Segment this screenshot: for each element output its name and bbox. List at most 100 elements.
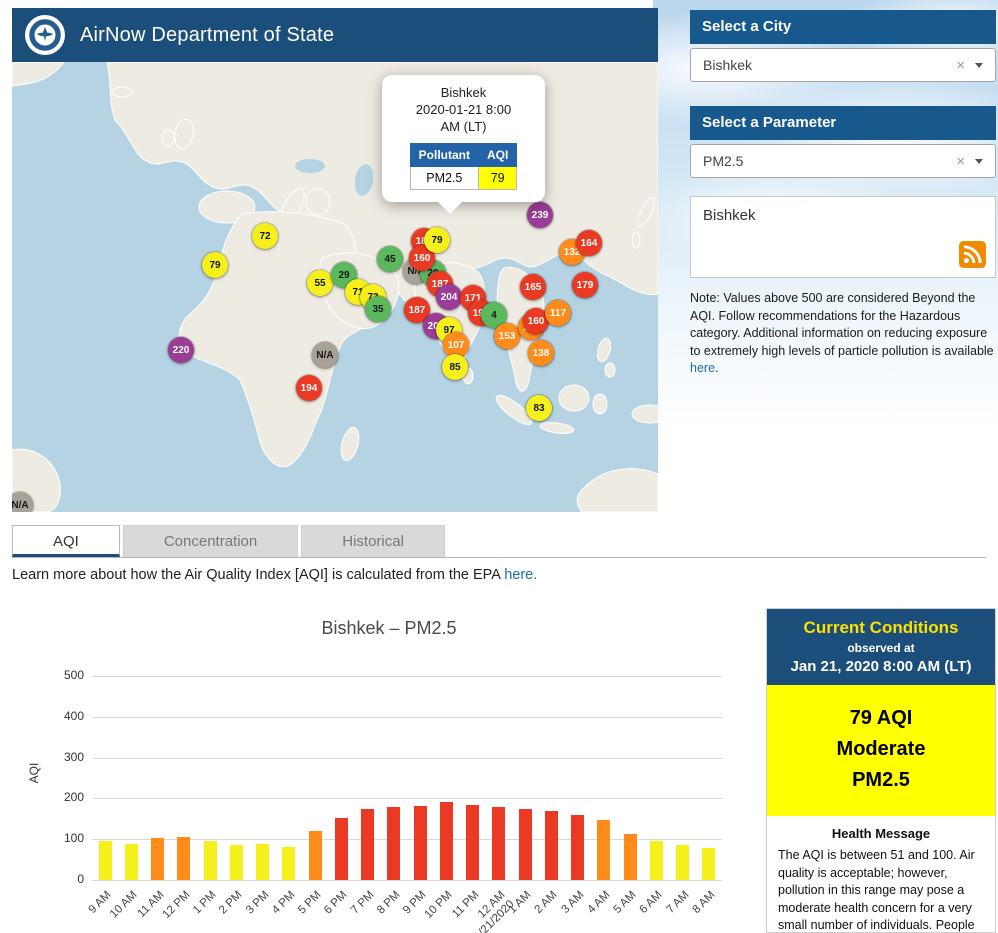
chart-bar[interactable] — [282, 847, 295, 880]
observed-at-datetime: Jan 21, 2020 8:00 AM (LT) — [771, 658, 991, 675]
parameter-select[interactable]: PM2.5 × — [690, 144, 996, 178]
chart-bar[interactable] — [361, 809, 374, 880]
note-here-link[interactable]: here — [690, 361, 715, 375]
city-clear-icon[interactable]: × — [946, 57, 975, 74]
chart-bar[interactable] — [492, 807, 505, 880]
map-marker[interactable]: 179 — [572, 272, 598, 298]
chart-gridline — [92, 798, 722, 799]
aqi-bar-chart: Bishkek – PM2.5 AQI 01002003004005009 AM… — [12, 598, 766, 933]
note-text: Note: Values above 500 are considered Be… — [690, 291, 994, 358]
map-marker[interactable]: 83 — [526, 395, 552, 421]
map-marker[interactable]: 220 — [168, 337, 194, 363]
chart-bar[interactable] — [335, 818, 348, 880]
note-period: . — [715, 361, 718, 375]
app-header: AirNow Department of State — [12, 8, 658, 62]
chart-bar[interactable] — [650, 841, 663, 880]
map-marker[interactable]: 138 — [528, 340, 554, 366]
chart-gridline — [92, 758, 722, 759]
chart-bar[interactable] — [571, 815, 584, 880]
map-marker[interactable]: 204 — [436, 284, 462, 310]
map-marker[interactable]: 165 — [520, 274, 546, 300]
popup-city: Bishkek — [390, 85, 537, 102]
map-marker[interactable]: 85 — [442, 354, 468, 380]
parameter-clear-icon[interactable]: × — [946, 153, 975, 170]
map-marker[interactable]: 79 — [424, 227, 450, 253]
map-marker[interactable]: 35 — [365, 296, 391, 322]
select-parameter-header: Select a Parameter — [690, 106, 996, 140]
map-marker[interactable]: 194 — [296, 375, 322, 401]
map-marker[interactable]: 72 — [252, 223, 278, 249]
y-axis-tick-label: 200 — [40, 790, 84, 804]
y-axis-tick-label: 0 — [40, 872, 84, 886]
parameter-select-value: PM2.5 — [691, 153, 946, 169]
rss-icon[interactable] — [959, 241, 986, 268]
y-axis-tick-label: 100 — [40, 831, 84, 845]
parameter-dropdown-arrow-icon[interactable] — [975, 159, 983, 164]
map-popup: Bishkek 2020-01-21 8:00 AM (LT) Pollutan… — [382, 75, 545, 202]
popup-datetime: 2020-01-21 8:00 — [390, 102, 537, 119]
current-pollutant: PM2.5 — [771, 765, 991, 796]
chart-bar[interactable] — [204, 841, 217, 880]
tab-concentration[interactable]: Concentration — [123, 525, 298, 557]
beyond-aqi-note: Note: Values above 500 are considered Be… — [690, 290, 996, 378]
tab-historical[interactable]: Historical — [301, 525, 445, 557]
rss-box-city: Bishkek — [691, 197, 995, 224]
chart-bar[interactable] — [125, 844, 138, 880]
chart-gridline — [92, 717, 722, 718]
world-map[interactable]: 7279220N/A194552971733545N/A291811601872… — [12, 62, 658, 512]
map-marker[interactable]: 164 — [576, 230, 602, 256]
y-axis-title: AQI — [27, 753, 41, 793]
map-marker[interactable]: 55 — [307, 270, 333, 296]
popup-aqi-value: 79 — [478, 166, 516, 189]
dos-seal-logo — [24, 14, 66, 56]
chart-title: Bishkek – PM2.5 — [12, 618, 766, 639]
rss-box: Bishkek — [690, 196, 996, 278]
current-aqi-block: 79 AQI Moderate PM2.5 — [767, 685, 995, 816]
chart-bar[interactable] — [151, 838, 164, 880]
current-aqi-value: 79 AQI — [771, 703, 991, 734]
map-marker[interactable]: 45 — [377, 246, 403, 272]
page: AirNow Department of State — [0, 0, 998, 933]
chart-bar[interactable] — [230, 845, 243, 880]
learn-more-here-link[interactable]: here. — [504, 567, 537, 583]
chart-bar[interactable] — [440, 802, 453, 880]
map-marker[interactable]: 153 — [494, 323, 520, 349]
chart-bar[interactable] — [256, 844, 269, 880]
learn-more-text: Learn more about how the Air Quality Ind… — [12, 567, 504, 583]
chart-gridline — [92, 676, 722, 677]
tab-bar: AQI Concentration Historical — [12, 525, 986, 558]
chart-bar[interactable] — [99, 841, 112, 880]
city-select[interactable]: Bishkek × — [690, 48, 996, 82]
city-select-value: Bishkek — [691, 57, 946, 73]
chart-bar[interactable] — [519, 809, 532, 880]
chart-bar[interactable] — [676, 845, 689, 880]
chart-bar[interactable] — [309, 831, 322, 880]
map-marker[interactable]: N/A — [312, 342, 338, 368]
chart-gridline — [92, 880, 722, 881]
current-aqi-category: Moderate — [771, 734, 991, 765]
chart-bar[interactable] — [387, 807, 400, 880]
popup-col-aqi: AQI — [478, 143, 516, 166]
chart-bar[interactable] — [702, 848, 715, 880]
chart-bar[interactable] — [597, 820, 610, 880]
map-marker[interactable]: 117 — [545, 300, 571, 326]
chart-bar[interactable] — [177, 837, 190, 880]
chart-bar[interactable] — [624, 834, 637, 880]
health-message-text: The AQI is between 51 and 100. Air quali… — [767, 847, 995, 933]
map-marker[interactable]: 239 — [527, 202, 553, 228]
chart-bar[interactable] — [545, 811, 558, 880]
y-axis-tick-label: 400 — [40, 709, 84, 723]
current-conditions-title: Current Conditions — [771, 618, 991, 638]
chart-bar[interactable] — [466, 805, 479, 880]
map-marker[interactable]: 79 — [202, 252, 228, 278]
map-landmasses — [12, 62, 658, 512]
observed-at-label: observed at — [771, 641, 991, 655]
popup-col-pollutant: Pollutant — [410, 143, 478, 166]
tab-aqi[interactable]: AQI — [12, 525, 120, 557]
select-city-header: Select a City — [690, 10, 996, 44]
app-title: AirNow Department of State — [80, 24, 334, 47]
learn-more-line: Learn more about how the Air Quality Ind… — [12, 567, 537, 583]
chart-bar[interactable] — [414, 806, 427, 880]
y-axis-tick-label: 500 — [40, 668, 84, 682]
city-dropdown-arrow-icon[interactable] — [975, 63, 983, 68]
